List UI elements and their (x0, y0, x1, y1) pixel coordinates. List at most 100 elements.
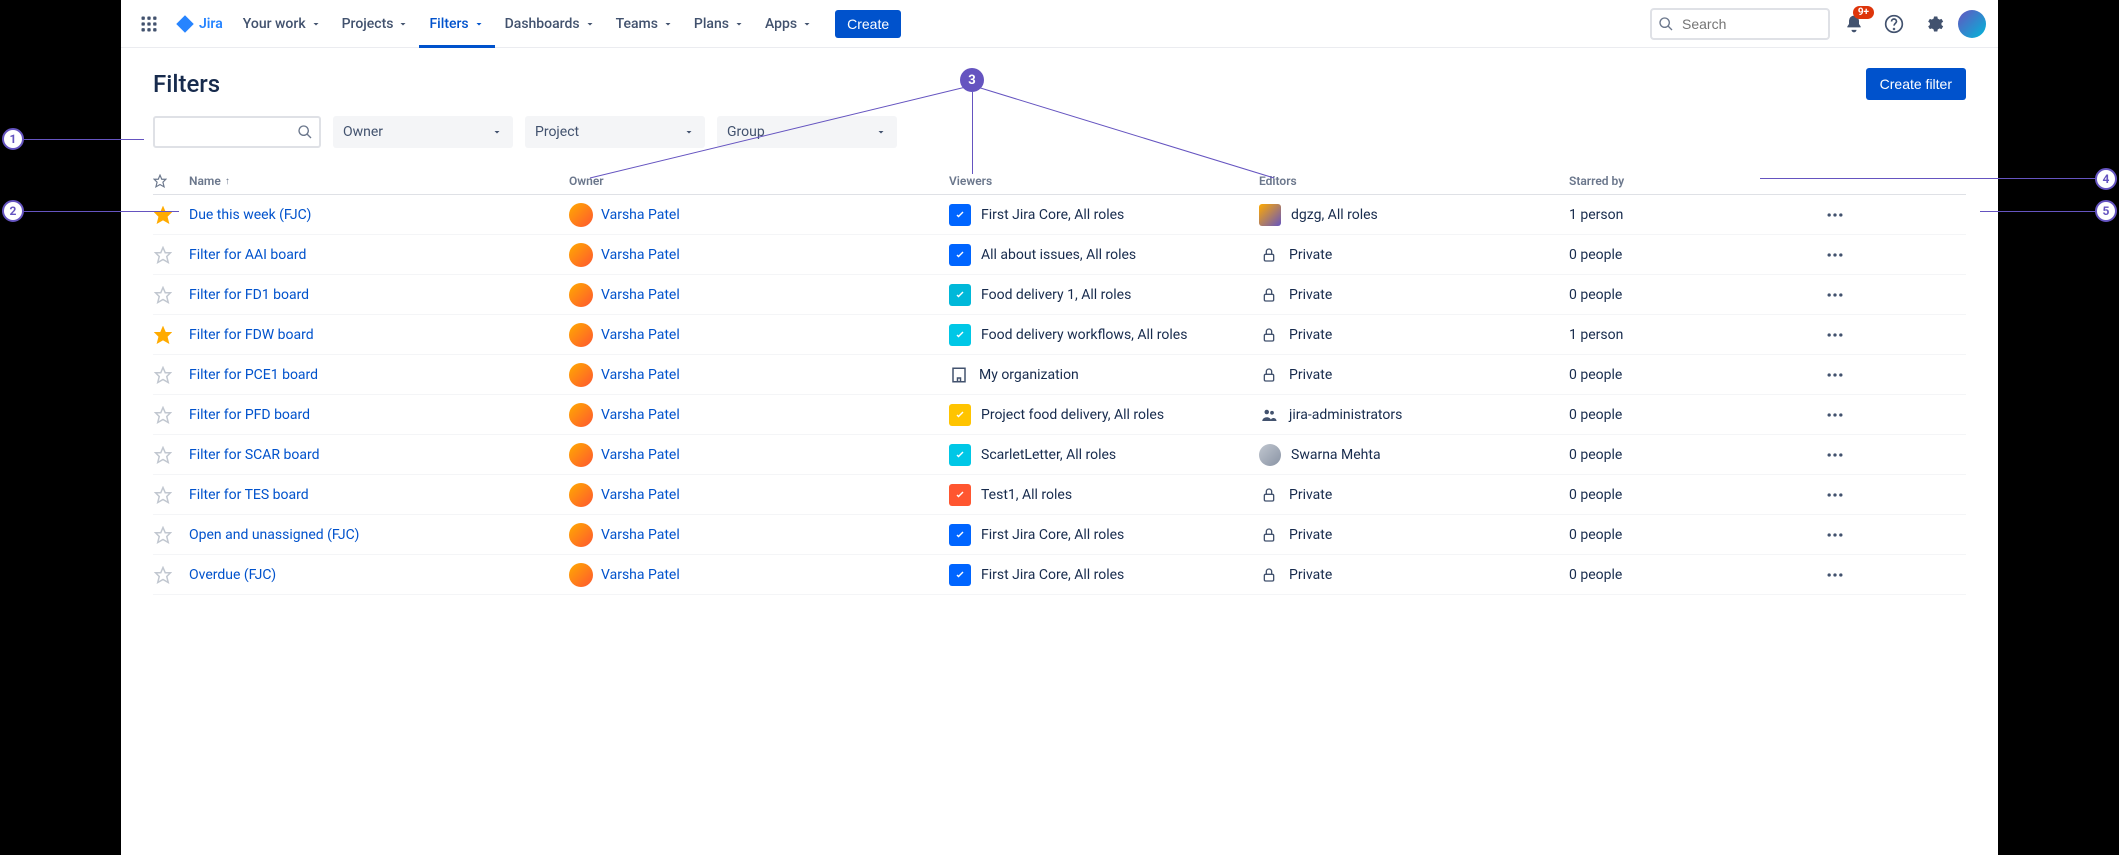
more-icon (1825, 405, 1845, 425)
owner-link[interactable]: Varsha Patel (601, 367, 680, 383)
owner-link[interactable]: Varsha Patel (601, 327, 680, 343)
nav-item-projects[interactable]: Projects (332, 0, 420, 48)
editors-text: dgzg, All roles (1291, 207, 1378, 223)
project-icon (949, 284, 971, 306)
owner-dropdown[interactable]: Owner (333, 116, 513, 148)
filter-name-link[interactable]: Filter for AAI board (189, 247, 306, 263)
star-toggle[interactable] (153, 365, 173, 385)
row-more-button[interactable] (1819, 479, 1851, 511)
owner-link[interactable]: Varsha Patel (601, 287, 680, 303)
row-more-button[interactable] (1819, 239, 1851, 271)
nav-item-apps[interactable]: Apps (755, 0, 823, 48)
profile-avatar[interactable] (1958, 10, 1986, 38)
star-toggle[interactable] (153, 325, 173, 345)
column-editors[interactable]: Editors (1259, 174, 1569, 188)
row-more-button[interactable] (1819, 559, 1851, 591)
owner-link[interactable]: Varsha Patel (601, 487, 680, 503)
nav-item-filters[interactable]: Filters (419, 0, 494, 48)
nav-item-your-work[interactable]: Your work (233, 0, 332, 48)
more-icon (1825, 205, 1845, 225)
global-search-input[interactable] (1650, 8, 1830, 40)
column-starred-by[interactable]: Starred by (1569, 174, 1819, 188)
row-more-button[interactable] (1819, 439, 1851, 471)
editors-text: Private (1289, 287, 1332, 303)
row-more-button[interactable] (1819, 399, 1851, 431)
callout-5-line (1980, 211, 2095, 212)
settings-icon[interactable] (1918, 8, 1950, 40)
filter-name-link[interactable]: Overdue (FJC) (189, 567, 276, 583)
chevron-down-icon (473, 18, 485, 30)
column-owner[interactable]: Owner (569, 174, 949, 188)
filter-search-input[interactable] (153, 116, 321, 148)
notification-badge: 9+ (1853, 6, 1874, 19)
filter-name-link[interactable]: Filter for FDW board (189, 327, 314, 343)
starred-by-text: 0 people (1569, 367, 1819, 383)
filter-name-link[interactable]: Filter for SCAR board (189, 447, 319, 463)
editors-text: Private (1289, 527, 1332, 543)
row-more-button[interactable] (1819, 319, 1851, 351)
global-search[interactable] (1650, 8, 1830, 40)
more-icon (1825, 445, 1845, 465)
project-icon (949, 564, 971, 586)
table-row: Filter for AAI board Varsha Patel All ab… (153, 235, 1966, 275)
star-toggle[interactable] (153, 405, 173, 425)
help-icon[interactable] (1878, 8, 1910, 40)
project-dropdown[interactable]: Project (525, 116, 705, 148)
editors-text: jira-administrators (1289, 407, 1402, 423)
owner-avatar-icon (569, 443, 593, 467)
starred-by-text: 0 people (1569, 567, 1819, 583)
row-more-button[interactable] (1819, 359, 1851, 391)
owner-link[interactable]: Varsha Patel (601, 407, 680, 423)
star-toggle[interactable] (153, 525, 173, 545)
nav-item-teams[interactable]: Teams (606, 0, 684, 48)
filter-name-link[interactable]: Filter for TES board (189, 487, 309, 503)
star-toggle[interactable] (153, 205, 173, 225)
editors-text: Private (1289, 247, 1332, 263)
app-switcher-icon[interactable] (133, 8, 165, 40)
owner-avatar-icon (569, 523, 593, 547)
table-row: Filter for PFD board Varsha Patel Projec… (153, 395, 1966, 435)
nav-item-label: Your work (243, 16, 306, 32)
create-filter-button[interactable]: Create filter (1866, 68, 1966, 100)
star-toggle[interactable] (153, 285, 173, 305)
callout-2: 2 (2, 200, 24, 222)
star-toggle[interactable] (153, 245, 173, 265)
row-more-button[interactable] (1819, 279, 1851, 311)
owner-link[interactable]: Varsha Patel (601, 527, 680, 543)
nav-item-plans[interactable]: Plans (684, 0, 755, 48)
star-toggle[interactable] (153, 485, 173, 505)
filter-name-link[interactable]: Filter for FD1 board (189, 287, 309, 303)
row-more-button[interactable] (1819, 199, 1851, 231)
callout-5: 5 (2095, 200, 2117, 222)
starred-by-text: 0 people (1569, 527, 1819, 543)
column-name[interactable]: Name↑ (189, 174, 569, 188)
owner-link[interactable]: Varsha Patel (601, 447, 680, 463)
create-button[interactable]: Create (835, 10, 901, 38)
table-row: Open and unassigned (FJC) Varsha Patel F… (153, 515, 1966, 555)
owner-link[interactable]: Varsha Patel (601, 247, 680, 263)
editors-text: Private (1289, 367, 1332, 383)
notifications-icon[interactable]: 9+ (1838, 8, 1870, 40)
chevron-down-icon (683, 126, 695, 138)
more-icon (1825, 325, 1845, 345)
filter-name-link[interactable]: Open and unassigned (FJC) (189, 527, 359, 543)
star-toggle[interactable] (153, 565, 173, 585)
filter-name-link[interactable]: Due this week (FJC) (189, 207, 311, 223)
project-icon (949, 444, 971, 466)
owner-link[interactable]: Varsha Patel (601, 567, 680, 583)
star-toggle[interactable] (153, 445, 173, 465)
owner-avatar-icon (569, 283, 593, 307)
more-icon (1825, 525, 1845, 545)
jira-logo[interactable]: Jira (169, 14, 229, 34)
filter-name-link[interactable]: Filter for PFD board (189, 407, 310, 423)
table-row: Overdue (FJC) Varsha Patel First Jira Co… (153, 555, 1966, 595)
viewers-text: Food delivery 1, All roles (981, 287, 1131, 303)
nav-item-dashboards[interactable]: Dashboards (495, 0, 606, 48)
row-more-button[interactable] (1819, 519, 1851, 551)
column-star[interactable] (153, 174, 189, 188)
nav-item-label: Filters (429, 16, 468, 32)
filter-name-link[interactable]: Filter for PCE1 board (189, 367, 318, 383)
group-dropdown[interactable]: Group (717, 116, 897, 148)
column-viewers[interactable]: Viewers (949, 174, 1259, 188)
owner-link[interactable]: Varsha Patel (601, 207, 680, 223)
